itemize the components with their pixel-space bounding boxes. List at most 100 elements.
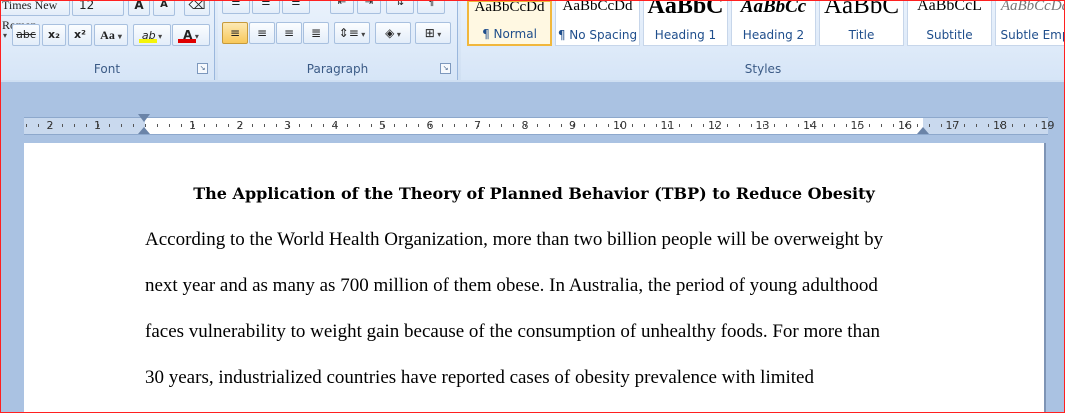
style-heading-1[interactable]: AaBbC Heading 1 (643, 0, 728, 46)
justify-button[interactable]: ≣ (303, 22, 329, 44)
ruler-tick (181, 124, 182, 127)
ruler-tick (644, 124, 645, 127)
ruler-tick (656, 124, 657, 127)
ruler-tick (311, 124, 312, 127)
style-no-spacing[interactable]: AaBbCcDd ¶ No Spacing (555, 0, 640, 46)
increase-indent-button[interactable]: ⇥ (357, 0, 381, 14)
body-line: faces vulnerability to weight gain becau… (145, 321, 881, 342)
align-right-button[interactable]: ≡ (276, 22, 302, 44)
ruler-tick (133, 124, 134, 127)
ruler-tick (228, 124, 229, 127)
shrink-font-label: A (160, 0, 168, 10)
style-normal[interactable]: AaBbCcDd ¶ Normal (467, 0, 552, 46)
change-case-label: Aa (100, 28, 115, 42)
ruler-tick (964, 124, 965, 127)
font-name-box[interactable]: Times New Roman (0, 0, 70, 32)
ruler-tick (679, 124, 680, 127)
body-line: next year and as many as 700 million of … (145, 275, 878, 296)
hanging-indent-marker[interactable] (138, 127, 150, 134)
underline-dropdown[interactable]: ▾ (0, 24, 10, 46)
style-name: Subtle Emp (1000, 28, 1065, 42)
ruler-tick (501, 124, 502, 127)
style-name: ¶ No Spacing (557, 28, 638, 42)
borders-button[interactable]: ⊞ ▾ (415, 22, 451, 44)
horizontal-ruler[interactable]: 2112345678910111213141516171819 (24, 114, 1055, 135)
ruler-tick (430, 124, 431, 127)
show-marks-button[interactable]: ¶ (417, 0, 445, 14)
ruler-tick (573, 124, 574, 127)
align-left-button[interactable]: ≡ (222, 22, 248, 44)
decrease-indent-button[interactable]: ⇤ (330, 0, 354, 14)
ruler-tick (1048, 124, 1049, 127)
shading-button[interactable]: ◈ ▾ (375, 22, 411, 44)
paragraph-group: ☰ ☰ ☰ ⇤ ⇥ ⇅ ¶ ≡ ≡ ≡ ≣ ⇕≡ ▾ ◈ ▾ ⊞ ▾ Parag… (218, 0, 458, 80)
paragraph-group-label: Paragraph (306, 62, 369, 76)
ruler-tick (74, 124, 75, 127)
ruler-tick (216, 124, 217, 127)
ruler-tick (786, 124, 787, 127)
style-preview: AaBbCcL (917, 0, 982, 14)
style-subtitle[interactable]: AaBbCcL Subtitle (907, 0, 992, 46)
styles-group: AaBbCcDd ¶ Normal AaBbCcDd ¶ No Spacing … (461, 0, 1065, 80)
highlight-color-button[interactable]: ab ▾ (133, 24, 171, 46)
ruler-tick (288, 124, 289, 127)
ruler-tick (584, 124, 585, 127)
ruler-tick (727, 124, 728, 127)
ruler-tick (537, 124, 538, 127)
ruler-tick (26, 124, 27, 127)
font-color-button[interactable]: A ▾ (172, 24, 210, 46)
ruler-tick (98, 124, 99, 127)
word-window: Times New Roman 12 A A ⌫ ▾ abc x₂ x² Aa … (0, 0, 1065, 413)
pilcrow-icon: ¶ (427, 0, 435, 8)
right-indent-marker[interactable] (917, 127, 929, 134)
font-size-box[interactable]: 12 (72, 0, 124, 16)
ruler-tick (893, 124, 894, 127)
bullets-button[interactable]: ☰ (222, 0, 250, 14)
ruler-tick (703, 124, 704, 127)
justify-icon: ≣ (310, 26, 322, 40)
document-page[interactable]: The Application of the Theory of Planned… (24, 143, 1044, 413)
numbering-button[interactable]: ☰ (252, 0, 280, 14)
ruler-tick (751, 124, 752, 127)
paragraph-dialog-launcher[interactable]: ↘ (440, 63, 451, 74)
font-dialog-launcher[interactable]: ↘ (197, 63, 208, 74)
ruler-tick (988, 124, 989, 127)
sort-button[interactable]: ⇅ (386, 0, 414, 14)
ruler-tick (1000, 124, 1001, 127)
ruler-tick (394, 124, 395, 127)
indent-icon: ⇥ (364, 0, 374, 8)
clear-formatting-button[interactable]: ⌫ (184, 0, 210, 16)
style-subtle-emphasis[interactable]: AaBbCcDd Subtle Emp (995, 0, 1065, 46)
superscript-button[interactable]: x² (68, 24, 92, 46)
align-center-button[interactable]: ≡ (249, 22, 275, 44)
ruler-tick (739, 124, 740, 127)
ruler-tick (1036, 124, 1037, 127)
chevron-down-icon: ▾ (358, 30, 366, 39)
multilevel-list-button[interactable]: ☰ (282, 0, 310, 14)
ruler-tick (941, 124, 942, 127)
ruler-tick (418, 124, 419, 127)
ruler-tick (632, 124, 633, 127)
style-preview: AaBbC (824, 0, 899, 19)
change-case-button[interactable]: Aa ▾ (94, 24, 128, 46)
ruler-tick (691, 124, 692, 127)
style-preview: AaBbCc (740, 0, 807, 17)
strikethrough-button[interactable]: abc (12, 24, 40, 46)
line-spacing-button[interactable]: ⇕≡ ▾ (334, 22, 370, 44)
ruler-tick (561, 124, 562, 127)
styles-group-label: Styles (744, 62, 782, 76)
subscript-button[interactable]: x₂ (42, 24, 66, 46)
style-heading-2[interactable]: AaBbCc Heading 2 (731, 0, 816, 46)
style-title[interactable]: AaBbC Title (819, 0, 904, 46)
first-line-indent-marker[interactable] (138, 114, 150, 122)
font-group: Times New Roman 12 A A ⌫ ▾ abc x₂ x² Aa … (0, 0, 215, 80)
style-name: Title (848, 28, 875, 42)
shrink-font-button[interactable]: A (153, 0, 175, 16)
ruler-tick (169, 124, 170, 127)
grow-font-button[interactable]: A (128, 0, 150, 16)
ruler-tick (109, 124, 110, 127)
ruler-tick (869, 124, 870, 127)
subscript-label: x₂ (48, 28, 60, 41)
style-name: ¶ Normal (482, 27, 537, 41)
grow-font-label: A (134, 0, 144, 12)
